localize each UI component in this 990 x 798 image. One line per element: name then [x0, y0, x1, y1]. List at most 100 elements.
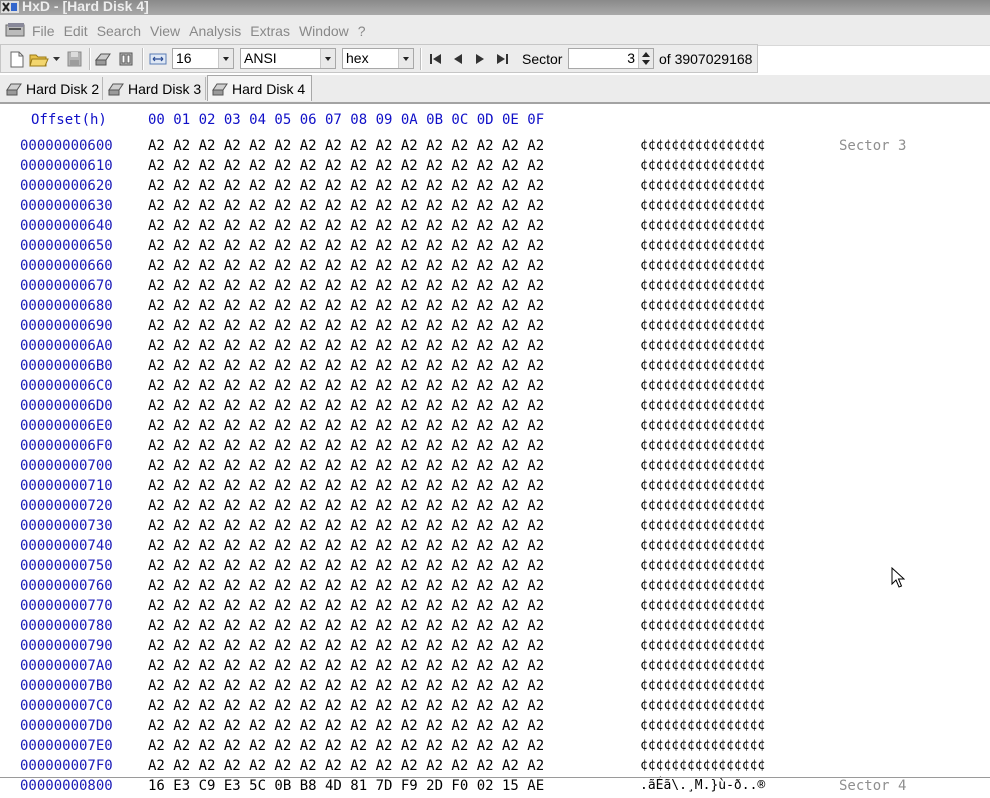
- row-ascii[interactable]: ¢¢¢¢¢¢¢¢¢¢¢¢¢¢¢¢: [640, 218, 765, 233]
- row-bytes[interactable]: A2 A2 A2 A2 A2 A2 A2 A2 A2 A2 A2 A2 A2 A…: [148, 478, 544, 494]
- row-bytes[interactable]: A2 A2 A2 A2 A2 A2 A2 A2 A2 A2 A2 A2 A2 A…: [148, 138, 544, 154]
- row-ascii[interactable]: ¢¢¢¢¢¢¢¢¢¢¢¢¢¢¢¢: [640, 138, 765, 153]
- row-ascii[interactable]: ¢¢¢¢¢¢¢¢¢¢¢¢¢¢¢¢: [640, 258, 765, 273]
- row-offset: 00000000720: [20, 498, 113, 514]
- row-ascii[interactable]: ¢¢¢¢¢¢¢¢¢¢¢¢¢¢¢¢: [640, 238, 765, 253]
- previous-sector-button[interactable]: [449, 49, 467, 69]
- save-button[interactable]: [64, 49, 84, 69]
- row-bytes[interactable]: A2 A2 A2 A2 A2 A2 A2 A2 A2 A2 A2 A2 A2 A…: [148, 298, 544, 314]
- row-bytes[interactable]: A2 A2 A2 A2 A2 A2 A2 A2 A2 A2 A2 A2 A2 A…: [148, 518, 544, 534]
- row-ascii[interactable]: ¢¢¢¢¢¢¢¢¢¢¢¢¢¢¢¢: [640, 318, 765, 333]
- menu-help[interactable]: ?: [358, 23, 366, 39]
- row-bytes[interactable]: A2 A2 A2 A2 A2 A2 A2 A2 A2 A2 A2 A2 A2 A…: [148, 438, 544, 454]
- row-ascii[interactable]: ¢¢¢¢¢¢¢¢¢¢¢¢¢¢¢¢: [640, 738, 765, 753]
- row-ascii[interactable]: ¢¢¢¢¢¢¢¢¢¢¢¢¢¢¢¢: [640, 278, 765, 293]
- row-bytes[interactable]: A2 A2 A2 A2 A2 A2 A2 A2 A2 A2 A2 A2 A2 A…: [148, 498, 544, 514]
- open-dropdown-arrow[interactable]: [51, 49, 61, 69]
- row-ascii[interactable]: ¢¢¢¢¢¢¢¢¢¢¢¢¢¢¢¢: [640, 658, 765, 673]
- row-bytes[interactable]: A2 A2 A2 A2 A2 A2 A2 A2 A2 A2 A2 A2 A2 A…: [148, 618, 544, 634]
- row-ascii[interactable]: ¢¢¢¢¢¢¢¢¢¢¢¢¢¢¢¢: [640, 478, 765, 493]
- row-bytes[interactable]: A2 A2 A2 A2 A2 A2 A2 A2 A2 A2 A2 A2 A2 A…: [148, 398, 544, 414]
- bytes-per-row-select[interactable]: 16: [172, 48, 234, 69]
- row-bytes[interactable]: A2 A2 A2 A2 A2 A2 A2 A2 A2 A2 A2 A2 A2 A…: [148, 318, 544, 334]
- row-bytes[interactable]: A2 A2 A2 A2 A2 A2 A2 A2 A2 A2 A2 A2 A2 A…: [148, 278, 544, 294]
- row-bytes[interactable]: A2 A2 A2 A2 A2 A2 A2 A2 A2 A2 A2 A2 A2 A…: [148, 258, 544, 274]
- row-ascii[interactable]: ¢¢¢¢¢¢¢¢¢¢¢¢¢¢¢¢: [640, 638, 765, 653]
- row-bytes[interactable]: A2 A2 A2 A2 A2 A2 A2 A2 A2 A2 A2 A2 A2 A…: [148, 198, 544, 214]
- spin-down-icon[interactable]: [642, 60, 650, 65]
- spin-up-icon[interactable]: [642, 52, 650, 57]
- menu-analysis[interactable]: Analysis: [189, 23, 241, 39]
- row-bytes[interactable]: 16 E3 C9 E3 5C 0B B8 4D 81 7D F9 2D F0 0…: [148, 778, 544, 794]
- row-bytes[interactable]: A2 A2 A2 A2 A2 A2 A2 A2 A2 A2 A2 A2 A2 A…: [148, 238, 544, 254]
- row-bytes[interactable]: A2 A2 A2 A2 A2 A2 A2 A2 A2 A2 A2 A2 A2 A…: [148, 458, 544, 474]
- row-ascii[interactable]: ¢¢¢¢¢¢¢¢¢¢¢¢¢¢¢¢: [640, 338, 765, 353]
- row-bytes[interactable]: A2 A2 A2 A2 A2 A2 A2 A2 A2 A2 A2 A2 A2 A…: [148, 578, 544, 594]
- open-disk-button[interactable]: [93, 49, 113, 69]
- offset-base-select[interactable]: hex: [342, 48, 414, 69]
- row-bytes[interactable]: A2 A2 A2 A2 A2 A2 A2 A2 A2 A2 A2 A2 A2 A…: [148, 638, 544, 654]
- row-bytes[interactable]: A2 A2 A2 A2 A2 A2 A2 A2 A2 A2 A2 A2 A2 A…: [148, 538, 544, 554]
- row-bytes[interactable]: A2 A2 A2 A2 A2 A2 A2 A2 A2 A2 A2 A2 A2 A…: [148, 338, 544, 354]
- row-ascii[interactable]: ¢¢¢¢¢¢¢¢¢¢¢¢¢¢¢¢: [640, 158, 765, 173]
- row-ascii[interactable]: ¢¢¢¢¢¢¢¢¢¢¢¢¢¢¢¢: [640, 498, 765, 513]
- row-ascii[interactable]: ¢¢¢¢¢¢¢¢¢¢¢¢¢¢¢¢: [640, 538, 765, 553]
- tab-hard-disk-4[interactable]: Hard Disk 4: [207, 75, 312, 101]
- next-sector-button[interactable]: [471, 49, 489, 69]
- row-bytes[interactable]: A2 A2 A2 A2 A2 A2 A2 A2 A2 A2 A2 A2 A2 A…: [148, 658, 544, 674]
- row-ascii[interactable]: ¢¢¢¢¢¢¢¢¢¢¢¢¢¢¢¢: [640, 758, 765, 773]
- row-ascii[interactable]: ¢¢¢¢¢¢¢¢¢¢¢¢¢¢¢¢: [640, 578, 765, 593]
- row-ascii[interactable]: ¢¢¢¢¢¢¢¢¢¢¢¢¢¢¢¢: [640, 458, 765, 473]
- sector-spinner[interactable]: [638, 49, 653, 68]
- menu-search[interactable]: Search: [97, 23, 141, 39]
- row-bytes[interactable]: A2 A2 A2 A2 A2 A2 A2 A2 A2 A2 A2 A2 A2 A…: [148, 178, 544, 194]
- open-file-button[interactable]: [29, 49, 49, 69]
- row-ascii[interactable]: ¢¢¢¢¢¢¢¢¢¢¢¢¢¢¢¢: [640, 418, 765, 433]
- row-bytes[interactable]: A2 A2 A2 A2 A2 A2 A2 A2 A2 A2 A2 A2 A2 A…: [148, 418, 544, 434]
- row-ascii[interactable]: ¢¢¢¢¢¢¢¢¢¢¢¢¢¢¢¢: [640, 358, 765, 373]
- row-bytes[interactable]: A2 A2 A2 A2 A2 A2 A2 A2 A2 A2 A2 A2 A2 A…: [148, 758, 544, 774]
- row-bytes[interactable]: A2 A2 A2 A2 A2 A2 A2 A2 A2 A2 A2 A2 A2 A…: [148, 158, 544, 174]
- row-bytes[interactable]: A2 A2 A2 A2 A2 A2 A2 A2 A2 A2 A2 A2 A2 A…: [148, 678, 544, 694]
- row-bytes[interactable]: A2 A2 A2 A2 A2 A2 A2 A2 A2 A2 A2 A2 A2 A…: [148, 738, 544, 754]
- row-ascii[interactable]: ¢¢¢¢¢¢¢¢¢¢¢¢¢¢¢¢: [640, 518, 765, 533]
- tab-hard-disk-3[interactable]: Hard Disk 3: [104, 77, 206, 100]
- row-bytes[interactable]: A2 A2 A2 A2 A2 A2 A2 A2 A2 A2 A2 A2 A2 A…: [148, 698, 544, 714]
- row-ascii[interactable]: ¢¢¢¢¢¢¢¢¢¢¢¢¢¢¢¢: [640, 178, 765, 193]
- row-bytes[interactable]: A2 A2 A2 A2 A2 A2 A2 A2 A2 A2 A2 A2 A2 A…: [148, 598, 544, 614]
- row-ascii[interactable]: ¢¢¢¢¢¢¢¢¢¢¢¢¢¢¢¢: [640, 698, 765, 713]
- row-ascii[interactable]: ¢¢¢¢¢¢¢¢¢¢¢¢¢¢¢¢: [640, 558, 765, 573]
- open-ram-button[interactable]: [116, 49, 136, 69]
- tab-hard-disk-2[interactable]: Hard Disk 2: [2, 77, 103, 100]
- charset-select[interactable]: ANSI: [240, 48, 336, 69]
- hex-editor-pane[interactable]: Offset(h) 00 01 02 03 04 05 06 07 08 09 …: [0, 104, 990, 797]
- row-bytes[interactable]: A2 A2 A2 A2 A2 A2 A2 A2 A2 A2 A2 A2 A2 A…: [148, 378, 544, 394]
- row-ascii[interactable]: ¢¢¢¢¢¢¢¢¢¢¢¢¢¢¢¢: [640, 438, 765, 453]
- document-window-icon[interactable]: [5, 22, 27, 38]
- last-sector-button[interactable]: [494, 49, 512, 69]
- chevron-down-icon[interactable]: [398, 49, 413, 68]
- row-bytes[interactable]: A2 A2 A2 A2 A2 A2 A2 A2 A2 A2 A2 A2 A2 A…: [148, 358, 544, 374]
- row-ascii[interactable]: ¢¢¢¢¢¢¢¢¢¢¢¢¢¢¢¢: [640, 718, 765, 733]
- menu-extras[interactable]: Extras: [250, 23, 290, 39]
- row-ascii[interactable]: ¢¢¢¢¢¢¢¢¢¢¢¢¢¢¢¢: [640, 378, 765, 393]
- row-ascii[interactable]: ¢¢¢¢¢¢¢¢¢¢¢¢¢¢¢¢: [640, 398, 765, 413]
- row-bytes[interactable]: A2 A2 A2 A2 A2 A2 A2 A2 A2 A2 A2 A2 A2 A…: [148, 558, 544, 574]
- row-ascii[interactable]: ¢¢¢¢¢¢¢¢¢¢¢¢¢¢¢¢: [640, 678, 765, 693]
- new-file-button[interactable]: [7, 49, 27, 69]
- menu-view[interactable]: View: [150, 23, 180, 39]
- sector-number-input[interactable]: 3: [568, 48, 654, 69]
- row-ascii[interactable]: ¢¢¢¢¢¢¢¢¢¢¢¢¢¢¢¢: [640, 618, 765, 633]
- row-ascii[interactable]: ¢¢¢¢¢¢¢¢¢¢¢¢¢¢¢¢: [640, 298, 765, 313]
- menu-file[interactable]: File: [32, 23, 55, 39]
- row-ascii[interactable]: .ãÉã\.¸M.}ù-ð..®: [640, 778, 765, 793]
- menu-window[interactable]: Window: [299, 23, 349, 39]
- chevron-down-icon[interactable]: [218, 49, 233, 68]
- row-ascii[interactable]: ¢¢¢¢¢¢¢¢¢¢¢¢¢¢¢¢: [640, 198, 765, 213]
- chevron-down-icon[interactable]: [320, 49, 335, 68]
- row-bytes[interactable]: A2 A2 A2 A2 A2 A2 A2 A2 A2 A2 A2 A2 A2 A…: [148, 718, 544, 734]
- row-bytes[interactable]: A2 A2 A2 A2 A2 A2 A2 A2 A2 A2 A2 A2 A2 A…: [148, 218, 544, 234]
- menu-edit[interactable]: Edit: [64, 23, 88, 39]
- first-sector-button[interactable]: [426, 49, 444, 69]
- row-ascii[interactable]: ¢¢¢¢¢¢¢¢¢¢¢¢¢¢¢¢: [640, 598, 765, 613]
